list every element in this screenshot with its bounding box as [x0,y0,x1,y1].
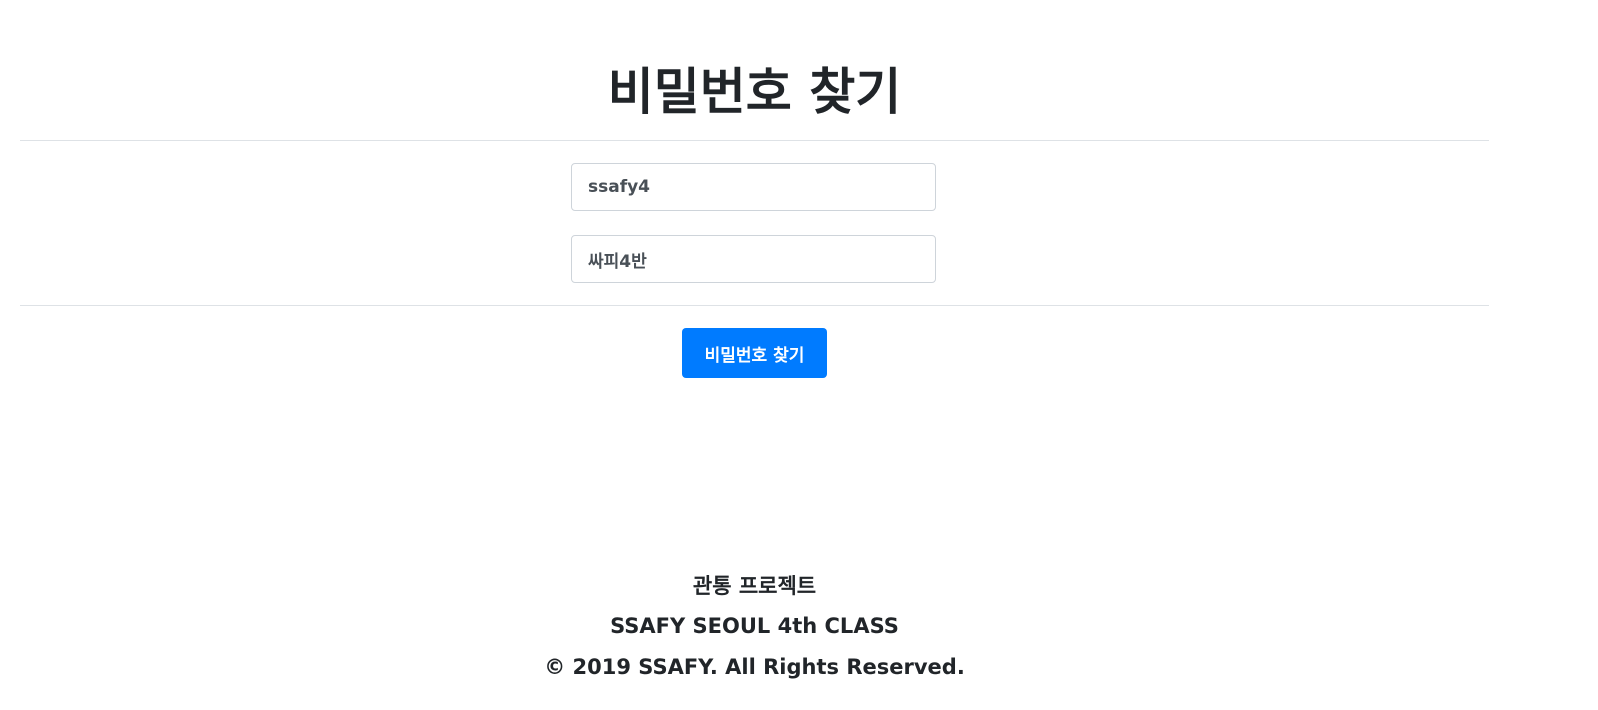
footer-project: 관통 프로젝트 [692,574,817,598]
divider [20,305,1489,306]
id-input[interactable] [571,163,936,211]
footer-copyright: © 2019 SSAFY. All Rights Reserved. [544,655,965,679]
find-password-button[interactable]: 비밀번호 찾기 [682,328,827,378]
footer-class: SSAFY SEOUL 4th CLASS [610,614,899,638]
page-title: 비밀번호 찾기 [607,63,902,121]
divider [20,140,1489,141]
name-input[interactable] [571,235,936,283]
